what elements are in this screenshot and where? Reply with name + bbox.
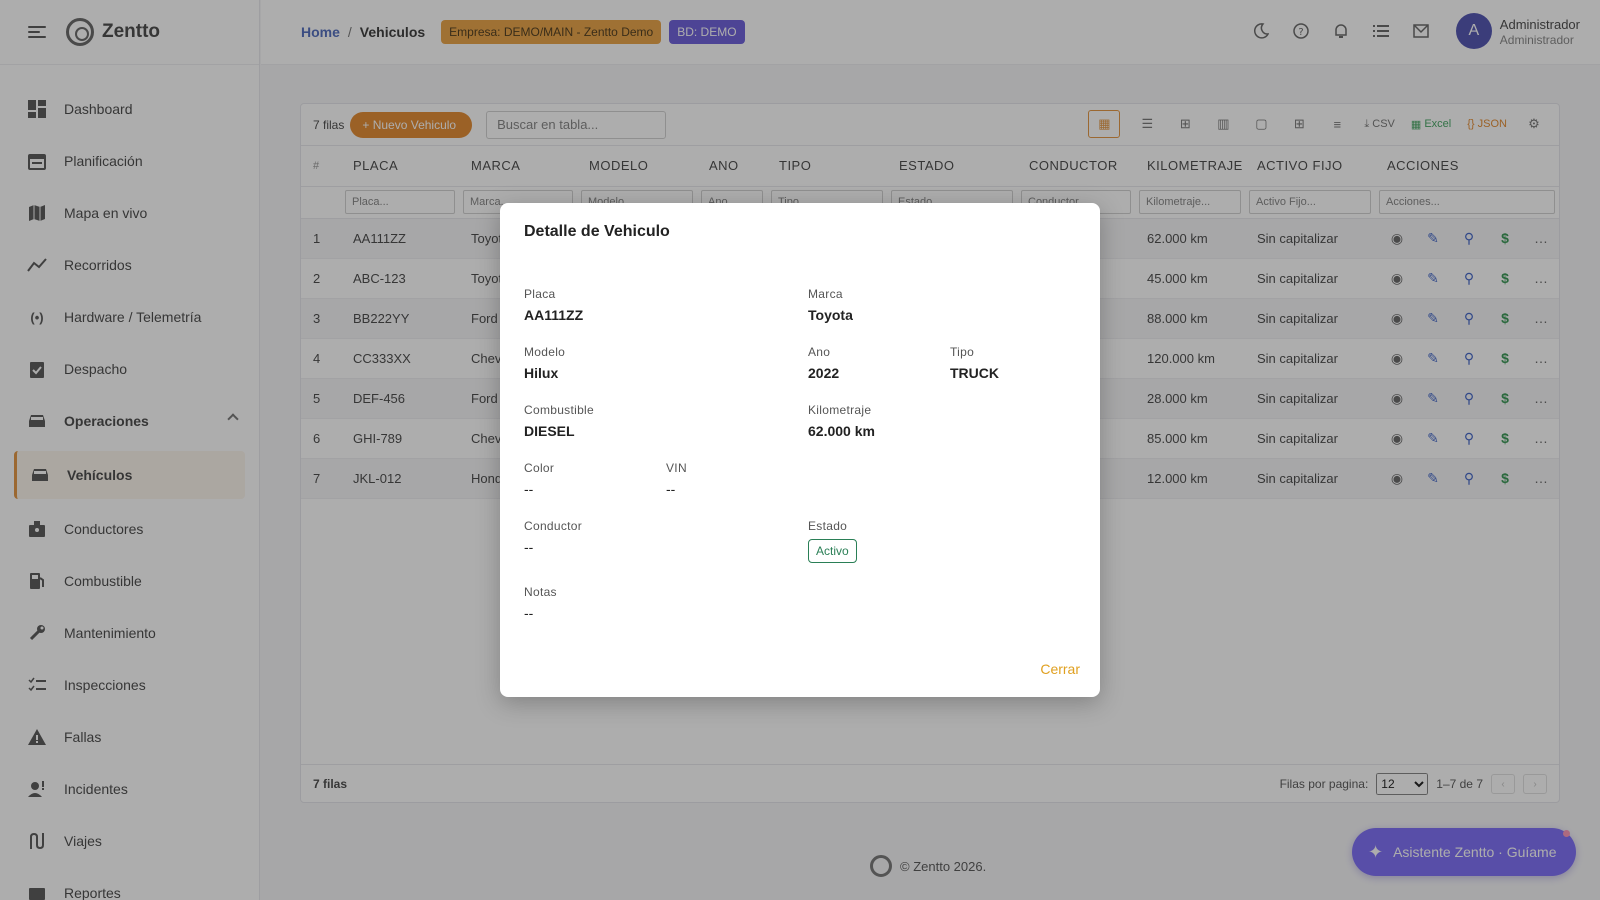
field-value: --: [524, 539, 534, 555]
field-label: Conductor: [524, 519, 583, 533]
field-ano: Ano 2022: [808, 345, 839, 381]
field-value: Toyota: [808, 307, 853, 323]
field-value: --: [524, 605, 534, 621]
field-value: 62.000 km: [808, 423, 875, 439]
field-placa: Placa AA111ZZ: [524, 287, 583, 323]
field-kilometraje: Kilometraje 62.000 km: [808, 403, 875, 439]
field-value: --: [524, 481, 534, 497]
field-value: DIESEL: [524, 423, 575, 439]
field-label: Tipo: [950, 345, 975, 359]
field-combustible: Combustible DIESEL: [524, 403, 594, 439]
field-label: Estado: [808, 519, 848, 533]
field-color: Color --: [524, 461, 554, 497]
status-badge: Activo: [808, 539, 857, 563]
field-value: --: [666, 481, 676, 497]
vehicle-detail-dialog: Detalle de Vehiculo Placa AA111ZZ Marca …: [500, 203, 1100, 697]
field-value: AA111ZZ: [524, 307, 584, 323]
field-label: Ano: [808, 345, 831, 359]
field-marca: Marca Toyota: [808, 287, 853, 323]
field-value: TRUCK: [950, 365, 999, 381]
field-label: Modelo: [524, 345, 566, 359]
field-label: VIN: [666, 461, 687, 475]
field-label: Color: [524, 461, 555, 475]
field-estado: Estado Activo: [808, 519, 857, 563]
field-notas: Notas --: [524, 585, 557, 621]
field-label: Marca: [808, 287, 843, 301]
field-value: 2022: [808, 365, 840, 381]
field-conductor: Conductor --: [524, 519, 582, 555]
field-tipo: Tipo TRUCK: [950, 345, 999, 381]
field-label: Placa: [524, 287, 556, 301]
field-modelo: Modelo Hilux: [524, 345, 565, 381]
field-label: Notas: [524, 585, 557, 599]
field-label: Kilometraje: [808, 403, 872, 417]
field-vin: VIN --: [666, 461, 687, 497]
field-label: Combustible: [524, 403, 594, 417]
close-dialog-button[interactable]: Cerrar: [1040, 661, 1080, 677]
dialog-title: Detalle de Vehiculo: [524, 223, 670, 240]
field-value: Hilux: [524, 365, 559, 381]
